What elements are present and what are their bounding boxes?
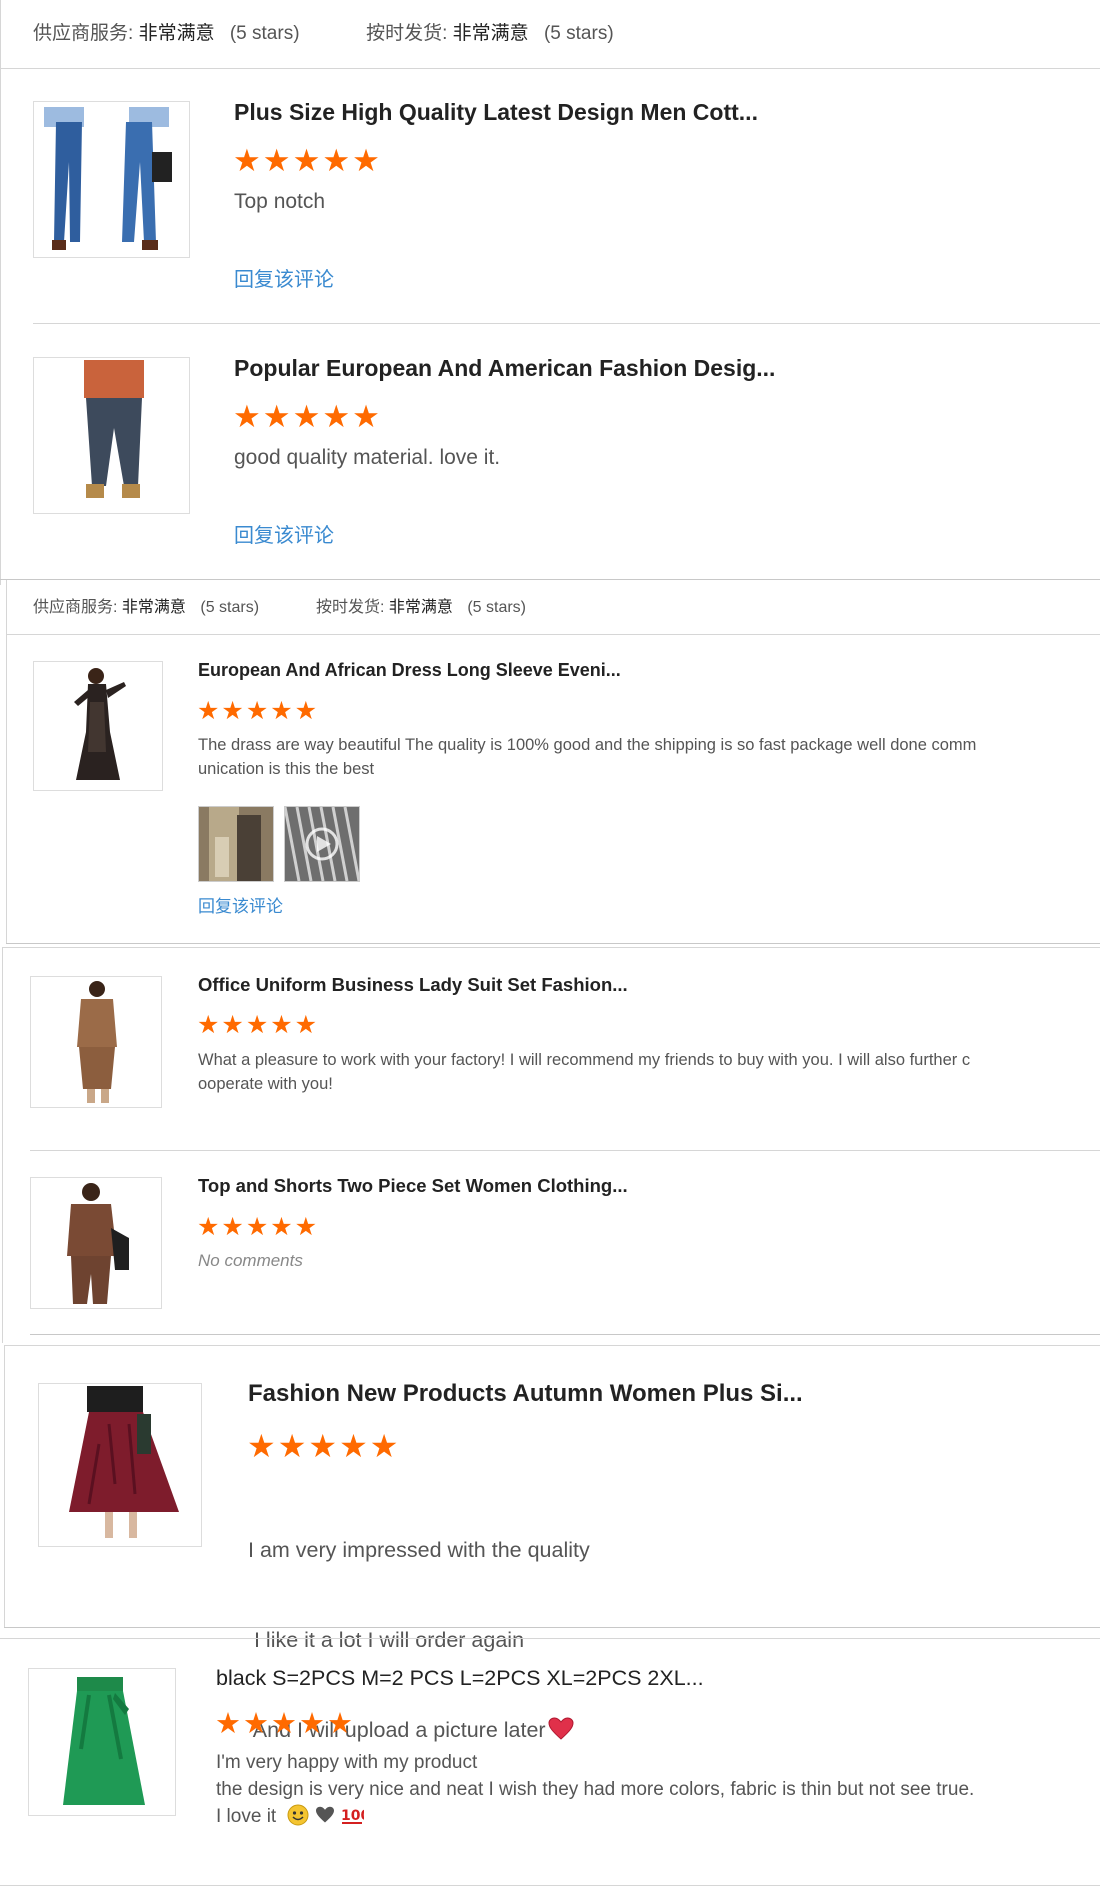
- star-rating: ★★★★★: [197, 697, 320, 725]
- lady-suit-photo: [31, 977, 161, 1107]
- review-text: good quality material. love it.: [234, 446, 501, 469]
- review-text: Top notch: [234, 190, 326, 213]
- product-thumbnail[interactable]: [30, 976, 162, 1108]
- ship-value: 非常满意: [452, 23, 529, 44]
- green-skirt-photo: [29, 1669, 175, 1815]
- svg-text:100: 100: [341, 1808, 364, 1824]
- service-stars: (5 stars): [200, 599, 260, 616]
- smiley-emoji: [287, 1804, 309, 1826]
- review-text: I am very impressed with the quality I l…: [248, 1538, 590, 1742]
- star-rating: ★★★★★: [233, 399, 382, 434]
- rating-bar: 供应商服务: 非常满意 (5 stars) 按时发货: 非常满意 (5 star…: [33, 18, 614, 45]
- service-label: 供应商服务:: [33, 23, 134, 44]
- dress-detail-photo: [199, 807, 273, 881]
- product-title[interactable]: Office Uniform Business Lady Suit Set Fa…: [198, 974, 628, 996]
- evening-dress-photo: [34, 662, 162, 790]
- ship-label: 按时发货:: [366, 23, 448, 44]
- product-thumbnail[interactable]: [28, 1668, 176, 1816]
- ship-value: 非常满意: [388, 599, 453, 616]
- product-title[interactable]: European And African Dress Long Sleeve E…: [198, 660, 621, 681]
- review-video[interactable]: [284, 806, 360, 882]
- no-comments-text: No comments: [198, 1251, 303, 1270]
- service-value: 非常满意: [121, 599, 186, 616]
- product-title[interactable]: Top and Shorts Two Piece Set Women Cloth…: [198, 1175, 628, 1197]
- product-thumbnail[interactable]: [30, 1177, 162, 1309]
- product-thumbnail[interactable]: [33, 357, 190, 514]
- product-thumbnail[interactable]: [38, 1383, 202, 1547]
- product-title[interactable]: Plus Size High Quality Latest Design Men…: [234, 99, 758, 126]
- product-title[interactable]: Popular European And American Fashion De…: [234, 355, 775, 382]
- heart-emoji: [315, 1806, 334, 1823]
- review-photo[interactable]: [198, 806, 274, 882]
- review-text: I'm very happy with my product the desig…: [216, 1752, 975, 1827]
- product-title[interactable]: Fashion New Products Autumn Women Plus S…: [248, 1380, 803, 1408]
- product-thumbnail[interactable]: [33, 661, 163, 791]
- service-value: 非常满意: [138, 23, 215, 44]
- jeans-man-photo: [34, 358, 189, 513]
- heart-emoji: [548, 1717, 574, 1740]
- star-rating: ★★★★★: [197, 1011, 320, 1039]
- reply-link[interactable]: 回复该评论: [198, 892, 283, 917]
- two-piece-set-photo: [31, 1178, 161, 1308]
- ship-label: 按时发货:: [315, 599, 385, 616]
- review-text: The drass are way beautiful The quality …: [198, 736, 977, 778]
- rating-bar: 供应商服务: 非常满意 (5 stars) 按时发货: 非常满意 (5 star…: [33, 593, 526, 617]
- jeans-men-photo: [34, 102, 189, 257]
- star-rating: ★★★★★: [197, 1213, 320, 1241]
- product-title: black S=2PCS M=2 PCS L=2PCS XL=2PCS 2XL.…: [216, 1666, 704, 1690]
- review-text: What a pleasure to work with your factor…: [198, 1051, 971, 1093]
- dress-video-thumbnail: [285, 807, 359, 881]
- reply-link[interactable]: 回复该评论: [234, 263, 334, 292]
- maroon-skirt-photo: [39, 1384, 201, 1546]
- ship-stars: (5 stars): [543, 23, 614, 44]
- service-stars: (5 stars): [229, 23, 300, 44]
- product-thumbnail[interactable]: [33, 101, 190, 258]
- star-rating: ★★★★★: [215, 1708, 355, 1740]
- star-rating: ★★★★★: [247, 1428, 401, 1464]
- star-rating: ★★★★★: [233, 143, 382, 178]
- reply-link[interactable]: 回复该评论: [234, 519, 334, 548]
- ship-stars: (5 stars): [467, 599, 526, 616]
- service-label: 供应商服务:: [33, 599, 118, 616]
- hundred-emoji: 100: [341, 1808, 371, 1824]
